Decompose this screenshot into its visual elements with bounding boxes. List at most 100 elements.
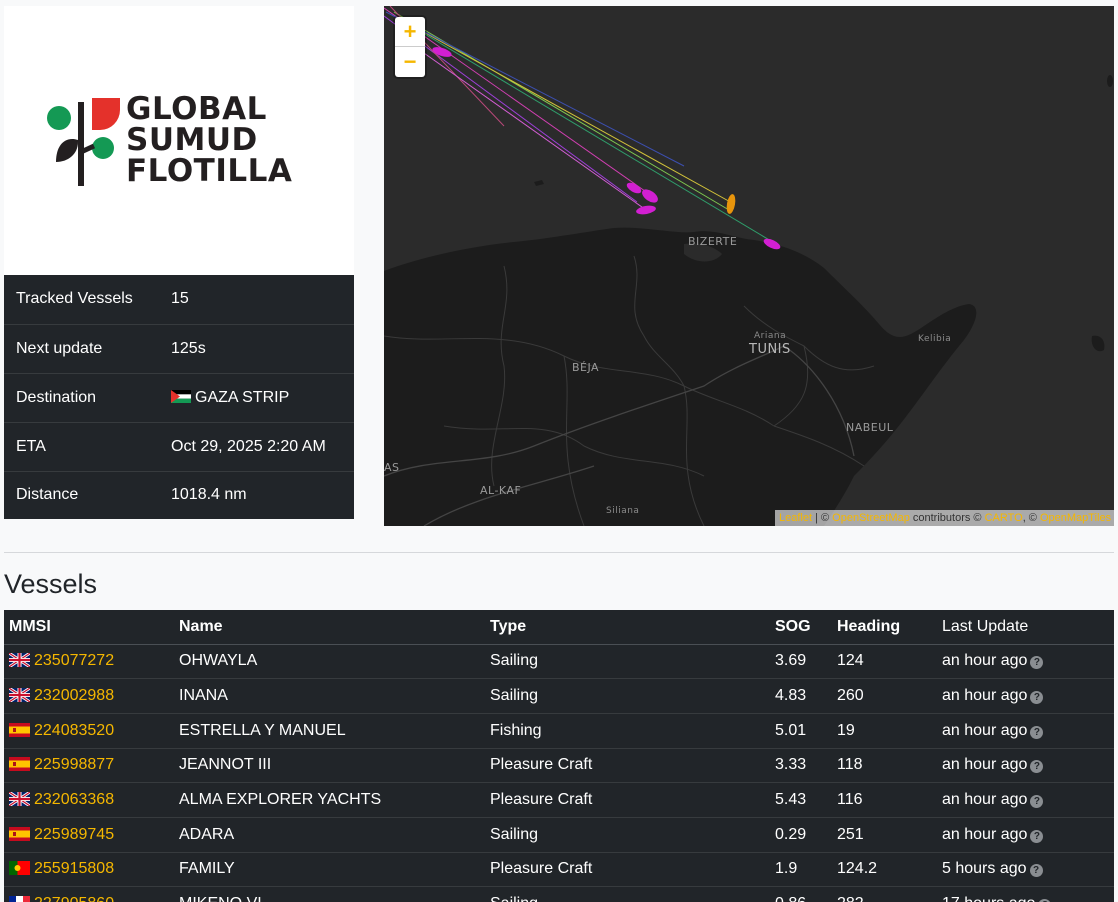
spain-flag-icon	[9, 757, 30, 772]
vessel-name: INANA	[174, 678, 485, 714]
map-label-tunis: TUNIS	[749, 342, 791, 357]
column-type[interactable]: Type	[485, 610, 770, 645]
vessel-name: JEANNOT III	[174, 748, 485, 784]
vessel-row: 225998877 JEANNOT III Pleasure Craft 3.33 11…	[4, 748, 1114, 784]
flotilla-logo: GLOBAL SUMUD FLOTILLA	[4, 6, 354, 275]
openmaptiles-link[interactable]: OpenMapTiles	[1040, 512, 1111, 524]
map-label-kelibia: Kelibia	[918, 334, 952, 344]
vessel-heading: 260	[832, 678, 937, 714]
vessel-type: Sailing	[485, 644, 770, 680]
vessel-type: Sailing	[485, 817, 770, 853]
logo-wordmark: GLOBAL SUMUD FLOTILLA	[126, 91, 293, 189]
vessel-row: 224083520 ESTRELLA Y MANUEL Fishing 5.01 19 a…	[4, 713, 1114, 749]
vessel-last-update: an hour ago	[942, 825, 1028, 843]
vessel-row: 232063368 ALMA EXPLORER YACHTS Pleasure Cr…	[4, 782, 1114, 818]
vessel-heading: 124	[832, 644, 937, 680]
vessel-last-update: 5 hours ago	[942, 860, 1027, 878]
vessel-last-update: an hour ago	[942, 756, 1028, 774]
vessel-name: ADARA	[174, 817, 485, 853]
vessel-last-update: an hour ago	[942, 687, 1028, 705]
vessel-mmsi-link[interactable]: 232002988	[34, 687, 114, 704]
info-icon[interactable]: ?	[1030, 656, 1044, 670]
eta-value: Oct 29, 2025 2:20 AM	[159, 422, 354, 472]
stats-row-distance: Distance 1018.4 nm	[4, 471, 354, 519]
zoom-in-button[interactable]: +	[395, 17, 425, 47]
uk-flag-icon	[9, 688, 30, 703]
info-icon[interactable]: ?	[1030, 760, 1044, 774]
vessel-sog: 5.43	[770, 782, 832, 818]
stats-row-eta: ETA Oct 29, 2025 2:20 AM	[4, 422, 354, 472]
vessel-row: 227905860 MIKENO VISailing0.86282 17 hours…	[4, 886, 1114, 902]
vessel-mmsi-link[interactable]: 232063368	[34, 791, 114, 808]
vessel-name: ESTRELLA Y MANUEL	[174, 713, 485, 749]
vessel-heading: 251	[832, 817, 937, 853]
vessels-table-body: 235077272 OHWAYLA Sailing 3.69 124 an hour ag…	[4, 644, 1114, 902]
vessel-heading: 118	[832, 748, 937, 784]
vessel-heading: 124.2	[832, 852, 937, 888]
openstreetmap-link[interactable]: OpenStreetMap	[832, 512, 910, 524]
vessel-sog: 0.29	[770, 817, 832, 853]
vessel-map[interactable]: + − BIZERTE Ariana TUNIS BÉJA NABEUL Kel…	[384, 6, 1114, 526]
vessel-type: Sailing	[485, 886, 770, 902]
info-icon[interactable]: ?	[1030, 725, 1044, 739]
section-divider	[4, 552, 1114, 553]
spain-flag-icon	[9, 826, 30, 841]
column-last-update[interactable]: Last Update	[937, 610, 1114, 645]
vessel-mmsi-link[interactable]: 227905860	[34, 895, 114, 902]
tracked-vessels-value: 15	[159, 275, 354, 325]
info-icon[interactable]: ?	[1030, 691, 1044, 705]
flotilla-stats-table: Tracked Vessels 15 Next update 125s Dest…	[4, 275, 354, 519]
vessel-last-update: 17 hours ago	[942, 895, 1035, 902]
info-icon[interactable]: ?	[1030, 795, 1044, 809]
vessel-sog: 1.9	[770, 852, 832, 888]
vessel-row: 225989745 ADARA Sailing 0.29 251 an hour ago?	[4, 817, 1114, 853]
vessel-last-update: an hour ago	[942, 721, 1028, 739]
vessel-heading: 19	[832, 713, 937, 749]
vessel-type: Pleasure Craft	[485, 782, 770, 818]
column-sog[interactable]: SOG	[770, 610, 832, 645]
vessel-mmsi-link[interactable]: 224083520	[34, 722, 114, 739]
portugal-flag-icon	[9, 861, 30, 876]
vessel-row: 255915808 FAMILY Pleasure Craft 1.9 124.2 5 h…	[4, 852, 1114, 888]
vessel-type: Sailing	[485, 678, 770, 714]
vessel-mmsi-link[interactable]: 225989745	[34, 826, 114, 843]
vessel-heading: 282	[832, 886, 937, 902]
vessel-mmsi-link[interactable]: 225998877	[34, 756, 114, 773]
leaflet-link[interactable]: Leaflet	[779, 512, 812, 524]
vessel-type: Pleasure Craft	[485, 748, 770, 784]
vessel-sog: 3.33	[770, 748, 832, 784]
map-label-nabeul: NABEUL	[846, 421, 894, 434]
vessel-type: Pleasure Craft	[485, 852, 770, 888]
vessel-row: 232002988 INANA Sailing 4.83 260 an hour ago?	[4, 678, 1114, 714]
vessel-name: ALMA EXPLORER YACHTS	[174, 782, 485, 818]
vessel-last-update: an hour ago	[942, 791, 1028, 809]
vessel-sog: 3.69	[770, 644, 832, 680]
vessel-name: OHWAYLA	[174, 644, 485, 680]
zoom-out-button[interactable]: −	[395, 47, 425, 77]
vessels-heading: Vessels	[4, 569, 98, 599]
map-label-bizerte: BIZERTE	[688, 235, 738, 248]
vessel-name: MIKENO VI	[174, 886, 485, 902]
vessel-last-update: an hour ago	[942, 652, 1028, 670]
vessel-mmsi-link[interactable]: 235077272	[34, 652, 114, 669]
info-icon[interactable]: ?	[1029, 864, 1043, 878]
distance-value: 1018.4 nm	[171, 486, 247, 504]
column-heading[interactable]: Heading	[832, 610, 937, 645]
stats-row-next-update: Next update 125s	[4, 324, 354, 374]
map-label-ariana: Ariana	[754, 331, 787, 341]
destination-value: GAZA STRIP	[195, 388, 290, 406]
page: GLOBAL SUMUD FLOTILLA Tracked Vessels 15…	[0, 0, 1118, 902]
vessel-row: 235077272 OHWAYLA Sailing 3.69 124 an hour ag…	[4, 644, 1114, 680]
vessel-mmsi-link[interactable]: 255915808	[34, 860, 114, 877]
map-attribution: Leaflet | © OpenStreetMap contributors ©…	[775, 510, 1114, 526]
vessel-sog: 5.01	[770, 713, 832, 749]
france-flag-icon	[9, 896, 30, 902]
stats-row-tracked: Tracked Vessels 15	[4, 275, 354, 325]
vessels-table: MMSI Name Type SOG Heading Last Update 2…	[4, 610, 1114, 902]
zoom-control: + −	[395, 17, 425, 77]
carto-link[interactable]: CARTO	[985, 512, 1023, 524]
palestine-flag-icon	[171, 389, 191, 403]
column-name[interactable]: Name	[174, 610, 485, 645]
info-icon[interactable]: ?	[1030, 829, 1044, 843]
column-mmsi[interactable]: MMSI	[4, 610, 174, 645]
